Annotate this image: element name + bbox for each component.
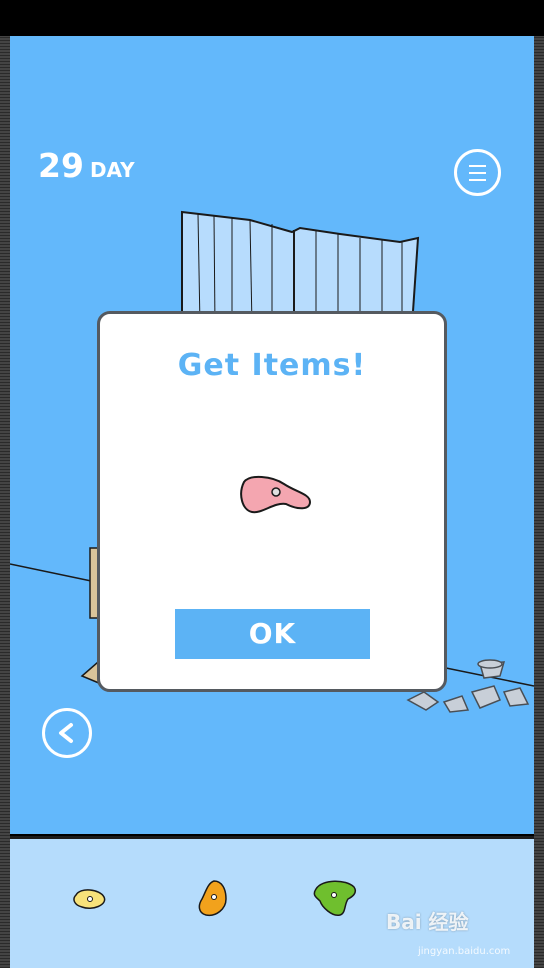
left-border <box>0 36 10 968</box>
chevron-left-icon <box>59 723 73 743</box>
day-number: 29 <box>38 146 84 185</box>
orange-climbing-hold-icon <box>198 880 227 917</box>
inventory-slot-3[interactable] <box>310 877 360 927</box>
inventory-slot-1[interactable] <box>70 877 120 927</box>
inventory-slot-2[interactable] <box>196 877 246 927</box>
pink-climbing-hold-icon <box>240 476 312 514</box>
baidu-watermark: Bai 经验 <box>386 910 469 934</box>
baidu-watermark-url: jingyan.baidu.com <box>418 946 511 957</box>
green-climbing-hold-icon <box>313 880 357 916</box>
day-counter: 29 DAY <box>38 146 135 185</box>
day-unit: DAY <box>89 158 135 182</box>
ok-button[interactable]: OK <box>175 609 370 659</box>
curtain <box>181 210 420 327</box>
right-border <box>534 36 544 968</box>
back-button[interactable] <box>42 708 92 758</box>
yellow-climbing-hold-icon <box>73 889 106 909</box>
get-items-dialog: Get Items! OK <box>97 311 447 692</box>
game-screen: 29 DAY Get Items! OK Bai 经验 jingyan.baid… <box>0 0 544 968</box>
dialog-title: Get Items! <box>177 348 367 383</box>
menu-button[interactable] <box>454 149 501 196</box>
